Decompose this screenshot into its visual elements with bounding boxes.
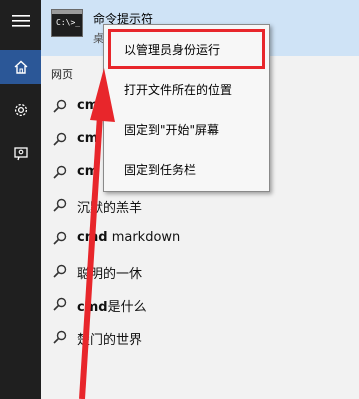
- annotation-highlight-box: [108, 29, 265, 69]
- result-label: 聪明的一休: [77, 267, 143, 282]
- search-icon: [53, 296, 67, 315]
- search-icon: [53, 98, 67, 117]
- result-label: 沉默的羔羊: [77, 201, 143, 216]
- result-label: cm: [77, 131, 99, 146]
- settings-gear-icon[interactable]: [0, 93, 41, 127]
- result-label: 楚门的世界: [77, 333, 143, 348]
- result-label: cmd markdown: [77, 230, 181, 245]
- search-icon: [53, 164, 67, 183]
- start-rail: [0, 0, 41, 399]
- command-prompt-icon: C:\>_: [51, 9, 83, 37]
- search-icon: [53, 263, 67, 282]
- feedback-person-icon[interactable]: [0, 137, 41, 171]
- home-icon[interactable]: [0, 50, 41, 84]
- hamburger-menu-icon[interactable]: [0, 4, 41, 38]
- search-icon: [53, 131, 67, 150]
- result-label: cmd是什么: [77, 300, 147, 315]
- search-icon: [53, 230, 67, 249]
- pin-to-start-item[interactable]: 固定到"开始"屏幕: [104, 111, 269, 145]
- web-result-item[interactable]: 聪明的一休: [41, 256, 359, 286]
- result-label: cm: [77, 164, 99, 179]
- search-icon: [53, 329, 67, 348]
- web-result-item[interactable]: 楚门的世界: [41, 322, 359, 352]
- open-file-location-item[interactable]: 打开文件所在的位置: [104, 71, 269, 105]
- web-section-label: 网页: [51, 68, 73, 81]
- search-icon: [53, 197, 67, 216]
- web-result-item[interactable]: cmd是什么: [41, 289, 359, 319]
- context-menu: 以管理员身份运行 打开文件所在的位置 固定到"开始"屏幕 固定到任务栏: [103, 24, 270, 192]
- pin-to-taskbar-item[interactable]: 固定到任务栏: [104, 151, 269, 185]
- menu-item-label: 固定到"开始"屏幕: [124, 123, 220, 137]
- web-result-item[interactable]: 沉默的羔羊: [41, 190, 359, 220]
- menu-item-label: 打开文件所在的位置: [124, 83, 233, 97]
- web-result-item[interactable]: cmd markdown: [41, 223, 359, 253]
- menu-item-label: 固定到任务栏: [124, 163, 197, 177]
